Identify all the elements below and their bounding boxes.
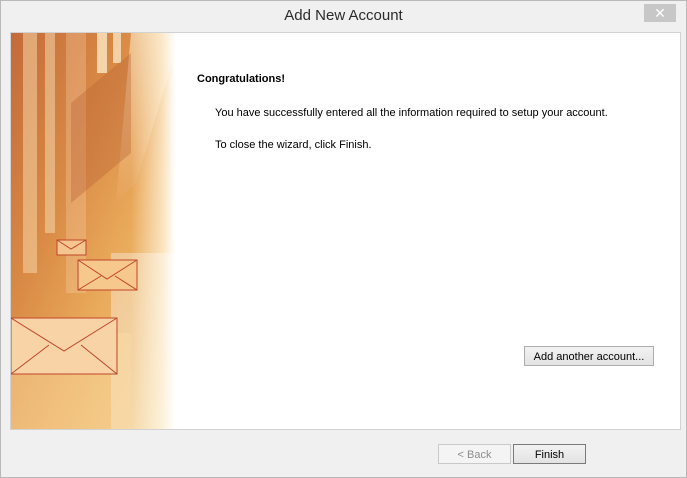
close-button[interactable]: ✕ [644,4,676,22]
title-bar: Add New Account ✕ [1,1,686,32]
add-account-dialog: Add New Account ✕ Congratulations! You h… [0,0,687,478]
wizard-content: Congratulations! You have successfully e… [10,32,681,430]
window-title: Add New Account [284,7,403,24]
congratulations-heading: Congratulations! [197,73,285,85]
finish-button[interactable]: Finish [513,444,586,464]
wizard-main: Congratulations! You have successfully e… [175,33,680,429]
close-instructions: To close the wizard, click Finish. [215,139,372,151]
back-button[interactable]: < Back [438,444,511,464]
success-message: You have successfully entered all the in… [215,107,608,119]
envelopes-illustration-icon [11,33,175,429]
close-icon: ✕ [654,5,666,21]
add-another-account-button[interactable]: Add another account... [524,346,654,366]
